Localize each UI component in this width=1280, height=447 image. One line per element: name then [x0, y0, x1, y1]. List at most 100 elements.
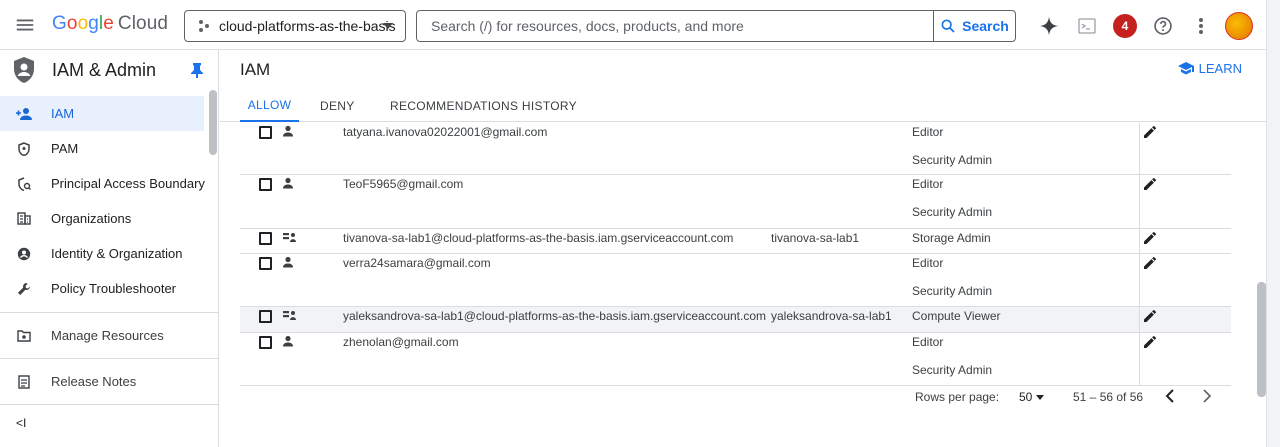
divider: [0, 358, 218, 359]
table-row[interactable]: yaleksandrova-sa-lab1@cloud-platforms-as…: [240, 307, 1231, 333]
help-button[interactable]: [1144, 10, 1182, 42]
table-row[interactable]: TeoF5965@gmail.com Editor Security Admin: [240, 175, 1231, 229]
principal-name: tivanova-sa-lab1: [771, 231, 860, 245]
page-range: 51 – 56 of 56: [1073, 390, 1144, 404]
sidebar-item-identity-organization[interactable]: Identity & Organization: [0, 236, 218, 271]
row-checkbox[interactable]: [259, 126, 272, 139]
sidebar-item-iam[interactable]: IAM: [0, 96, 204, 131]
sidebar-item-release-notes[interactable]: Release Notes: [0, 365, 218, 398]
pin-icon[interactable]: [190, 62, 204, 78]
logo-letter: e: [103, 13, 114, 34]
collapse-sidebar-button[interactable]: <I: [16, 416, 26, 430]
sparkle-icon: [1039, 16, 1059, 36]
google-cloud-logo[interactable]: Google Cloud: [52, 13, 168, 35]
cloud-shell-button[interactable]: [1068, 10, 1106, 42]
sidebar-item-policy-troubleshooter[interactable]: Policy Troubleshooter: [0, 271, 218, 306]
building-icon: [17, 212, 31, 225]
gemini-button[interactable]: [1030, 10, 1068, 42]
principal-email: zhenolan@gmail.com: [343, 335, 459, 349]
sidebar-title: IAM & Admin: [52, 59, 157, 80]
role-name: Security Admin: [912, 363, 993, 377]
table-row[interactable]: tatyana.ivanova02022001@gmail.com Editor S…: [240, 123, 1231, 175]
row-checkbox[interactable]: [259, 232, 272, 245]
person-icon: [282, 177, 298, 191]
row-checkbox[interactable]: [259, 310, 272, 323]
sidebar-item-principal-access-boundary[interactable]: Principal Access Boundary: [0, 166, 218, 201]
service-account-icon: [282, 231, 298, 245]
table-row[interactable]: verra24samara@gmail.com Editor Security Ad…: [240, 254, 1231, 307]
sidebar-item-label: Release Notes: [51, 374, 137, 389]
column-divider: [1139, 254, 1140, 306]
main-scrollbar[interactable]: [1257, 282, 1266, 397]
chevron-right-icon[interactable]: [1198, 388, 1214, 404]
chevron-left-icon[interactable]: [1163, 388, 1179, 404]
logo-product: Cloud: [117, 13, 169, 34]
sidebar-item-label: Principal Access Boundary: [51, 176, 205, 191]
window-scrollbar[interactable]: [1266, 0, 1280, 447]
row-checkbox[interactable]: [259, 336, 272, 349]
more-vert-icon: [1199, 18, 1203, 34]
column-divider: [1139, 123, 1140, 174]
edit-icon[interactable]: [1143, 231, 1157, 245]
person-icon: [282, 256, 298, 270]
logo-letter: G: [52, 13, 67, 34]
sidebar-item-organizations[interactable]: Organizations: [0, 201, 218, 236]
role-name: Security Admin: [912, 153, 993, 167]
top-bar: Google Cloud cloud-platforms-as-the-basis…: [0, 0, 1280, 50]
role-name: Editor: [912, 177, 944, 191]
column-divider: [1139, 175, 1140, 228]
school-icon: [1177, 62, 1194, 75]
role-name: Storage Admin: [912, 231, 991, 245]
search-button[interactable]: Search: [933, 11, 1015, 41]
account-button[interactable]: [1220, 10, 1258, 42]
role-name: Editor: [912, 256, 944, 270]
rows-per-page-select[interactable]: 50: [1019, 390, 1032, 404]
principal-email: TeoF5965@gmail.com: [343, 177, 464, 191]
role-name: Editor: [912, 125, 944, 139]
learn-button[interactable]: LEARN: [1177, 61, 1242, 76]
search-input[interactable]: [417, 11, 933, 41]
sidebar-item-manage-resources[interactable]: Manage Resources: [0, 319, 218, 352]
sidebar-header: IAM & Admin: [0, 50, 218, 90]
menu-icon[interactable]: [14, 14, 36, 36]
sidebar-item-label: Identity & Organization: [51, 246, 183, 261]
more-options-button[interactable]: [1182, 10, 1220, 42]
chevron-down-icon[interactable]: [1036, 395, 1044, 400]
boundary-icon: [17, 176, 31, 191]
edit-icon[interactable]: [1143, 125, 1157, 139]
sidebar-item-label: PAM: [51, 141, 79, 156]
project-icon: [199, 20, 209, 32]
principal-email: tivanova-sa-lab1@cloud-platforms-as-the-…: [343, 231, 734, 245]
help-icon: [1154, 17, 1172, 35]
principal-email: verra24samara@gmail.com: [343, 256, 491, 270]
row-checkbox[interactable]: [259, 178, 272, 191]
divider: [0, 312, 218, 313]
sidebar-item-label: Organizations: [51, 211, 132, 226]
tab-allow[interactable]: ALLOW: [240, 90, 299, 122]
notifications-button[interactable]: 4: [1106, 10, 1144, 42]
role-name: Security Admin: [912, 284, 993, 298]
person-icon: [282, 125, 298, 139]
main-content: IAM LEARN ALLOW DENY RECOMMENDATIONS HIS…: [220, 50, 1266, 447]
edit-icon[interactable]: [1143, 177, 1157, 191]
sidebar-item-label: IAM: [51, 106, 75, 121]
row-checkbox[interactable]: [259, 257, 272, 270]
sidebar-item-pam[interactable]: PAM: [0, 131, 218, 166]
service-account-icon: [282, 309, 298, 323]
tab-recommendations-history[interactable]: RECOMMENDATIONS HISTORY: [390, 90, 577, 122]
project-selector[interactable]: cloud-platforms-as-the-basis: [184, 10, 406, 42]
principal-email: tatyana.ivanova02022001@gmail.com: [343, 125, 548, 139]
edit-icon[interactable]: [1143, 335, 1157, 349]
table-row[interactable]: zhenolan@gmail.com Editor Security Admin: [240, 333, 1231, 386]
tab-deny[interactable]: DENY: [320, 90, 355, 122]
avatar: [1225, 12, 1253, 40]
account-circle-icon: [17, 247, 31, 260]
principal-name: yaleksandrova-sa-lab1: [771, 309, 892, 323]
terminal-icon: [1078, 18, 1096, 34]
table-row[interactable]: tivanova-sa-lab1@cloud-platforms-as-the-…: [240, 229, 1231, 254]
edit-icon[interactable]: [1143, 256, 1157, 270]
edit-icon[interactable]: [1143, 309, 1157, 323]
search-bar: Search: [416, 10, 1016, 42]
divider: [0, 404, 218, 405]
notes-icon: [18, 374, 30, 389]
